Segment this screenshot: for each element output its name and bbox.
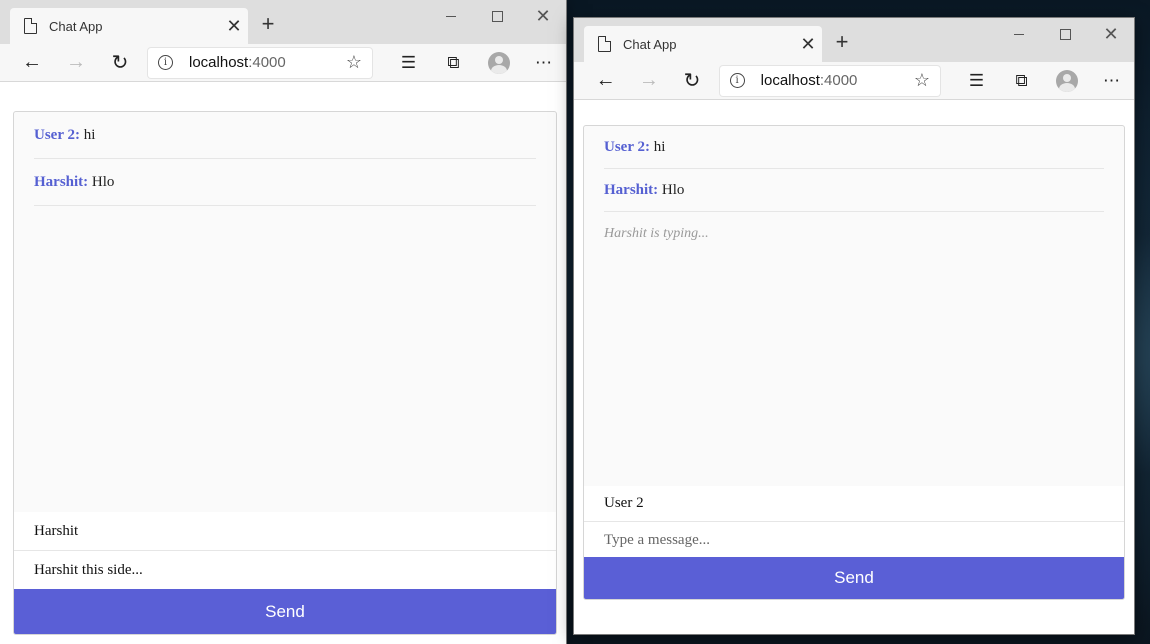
typing-indicator: Harshit is typing...: [604, 226, 709, 241]
message-author: User 2:: [604, 139, 650, 155]
forward-icon[interactable]: →: [627, 65, 670, 97]
new-tab-button[interactable]: +: [256, 12, 280, 36]
address-bar[interactable]: i localhost:4000 ☆: [148, 47, 372, 78]
profile-button[interactable]: [1044, 65, 1089, 97]
new-tab-button[interactable]: +: [830, 30, 854, 54]
tab-close-icon[interactable]: ✕: [220, 16, 248, 37]
document-icon: [598, 35, 612, 52]
refresh-icon[interactable]: ↻: [670, 65, 713, 97]
browser-window-right: Chat App ✕ + ✕ ← → ↻ i localhost:4000 ☆ …: [574, 18, 1134, 634]
collections-icon[interactable]: ⧉: [431, 47, 476, 79]
refresh-icon[interactable]: ↻: [98, 47, 142, 79]
browser-toolbar: ← → ↻ i localhost:4000 ☆ ☰ ⧉ ⋯: [0, 44, 566, 82]
more-icon[interactable]: ⋯: [521, 47, 566, 79]
star-icon[interactable]: ☆: [346, 52, 362, 73]
favorites-icon[interactable]: ☰: [386, 47, 431, 79]
message-item: Harshit: Hlo: [34, 159, 536, 206]
message-input[interactable]: [14, 551, 556, 590]
forward-icon[interactable]: →: [54, 47, 98, 79]
maximize-icon[interactable]: [474, 0, 520, 32]
info-icon[interactable]: i: [729, 73, 745, 88]
avatar-icon: [487, 51, 510, 74]
tab-close-icon[interactable]: ✕: [794, 34, 822, 55]
send-button[interactable]: Send: [14, 589, 556, 634]
profile-button[interactable]: [476, 47, 521, 79]
browser-window-left: Chat App ✕ + ✕ ← → ↻ i localhost:4000 ☆ …: [0, 0, 566, 644]
tab-title: Chat App: [623, 36, 677, 52]
message-item: Harshit: Hlo: [604, 169, 1104, 212]
browser-tab[interactable]: Chat App ✕: [10, 8, 248, 44]
address-bar[interactable]: i localhost:4000 ☆: [719, 65, 941, 96]
tab-title: Chat App: [49, 18, 103, 34]
document-icon: [24, 17, 38, 34]
chat-container: User 2: hi Harshit: Hlo Harshit is typin…: [583, 125, 1125, 600]
message-list: User 2: hi Harshit: Hlo: [14, 112, 556, 206]
message-text: hi: [79, 127, 96, 143]
message-author: Harshit:: [34, 174, 89, 190]
message-item: User 2: hi: [604, 126, 1104, 169]
message-list: User 2: hi Harshit: Hlo Harshit is typin…: [584, 126, 1124, 255]
message-author: User 2:: [34, 127, 80, 143]
username-input[interactable]: [14, 512, 556, 551]
info-icon[interactable]: i: [158, 55, 173, 70]
url-host: localhost: [189, 54, 249, 71]
back-icon[interactable]: ←: [584, 65, 627, 97]
message-item: User 2: hi: [34, 112, 536, 159]
chat-container: User 2: hi Harshit: Hlo Send: [13, 111, 557, 635]
url-port: :4000: [248, 54, 286, 71]
url-host: localhost: [760, 72, 820, 89]
send-button[interactable]: Send: [584, 557, 1124, 599]
back-icon[interactable]: ←: [10, 47, 54, 79]
browser-toolbar: ← → ↻ i localhost:4000 ☆ ☰ ⧉ ⋯: [574, 62, 1134, 100]
minimize-icon[interactable]: [428, 0, 474, 32]
title-bar[interactable]: Chat App ✕ + ✕: [574, 18, 1134, 62]
minimize-icon[interactable]: [996, 18, 1042, 50]
message-text: hi: [649, 139, 666, 155]
avatar-icon: [1055, 69, 1078, 92]
title-bar[interactable]: Chat App ✕ + ✕: [0, 0, 566, 44]
close-icon[interactable]: ✕: [1088, 18, 1134, 50]
message-text: Hlo: [658, 182, 685, 198]
message-input[interactable]: [584, 522, 1124, 558]
more-icon[interactable]: ⋯: [1089, 65, 1134, 97]
star-icon[interactable]: ☆: [914, 70, 930, 91]
page-viewport: User 2: hi Harshit: Hlo Harshit is typin…: [574, 100, 1134, 634]
close-icon[interactable]: ✕: [520, 0, 566, 32]
collections-icon[interactable]: ⧉: [999, 65, 1044, 97]
maximize-icon[interactable]: [1042, 18, 1088, 50]
favorites-icon[interactable]: ☰: [954, 65, 999, 97]
url-port: :4000: [819, 72, 858, 89]
page-viewport: User 2: hi Harshit: Hlo Send: [0, 82, 566, 644]
message-author: Harshit:: [604, 182, 659, 198]
message-text: Hlo: [88, 174, 115, 190]
username-input[interactable]: [584, 486, 1124, 522]
browser-tab[interactable]: Chat App ✕: [584, 26, 822, 62]
